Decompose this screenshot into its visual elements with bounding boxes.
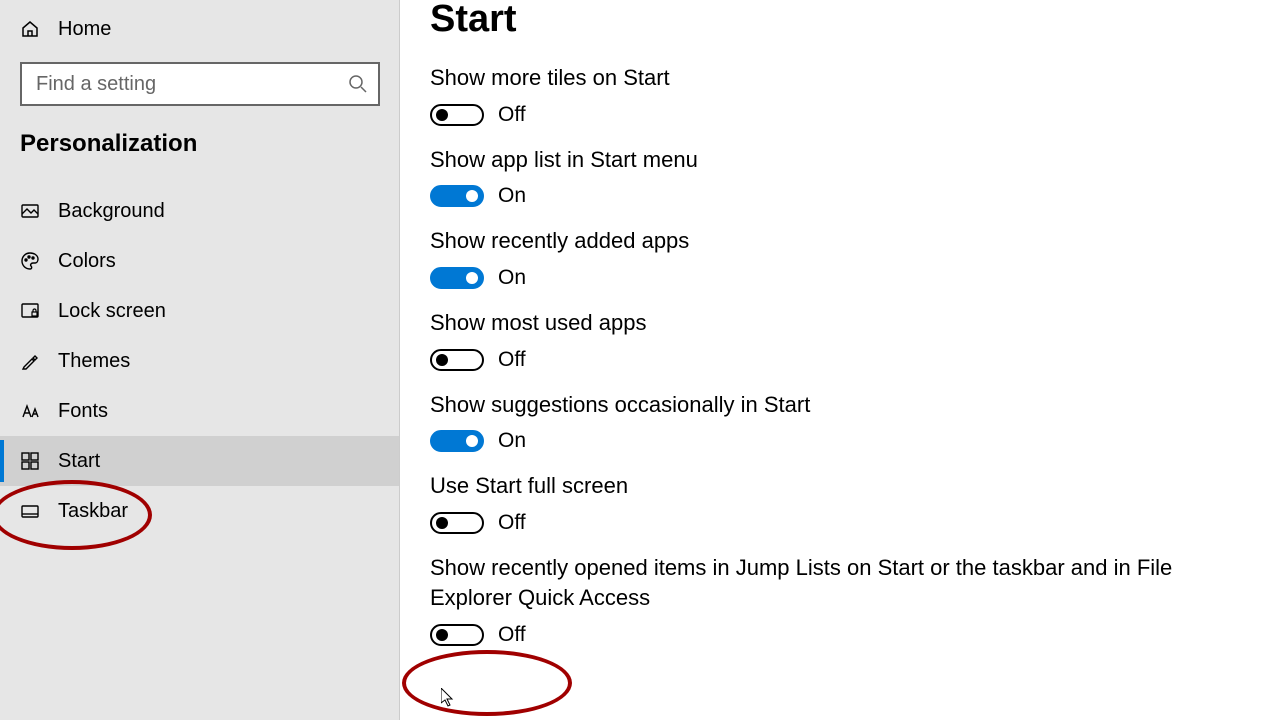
sidebar-item-start[interactable]: Start bbox=[0, 436, 400, 486]
toggle-row: On bbox=[430, 184, 1250, 208]
search-input[interactable] bbox=[22, 73, 378, 96]
toggle-state-text: Off bbox=[498, 511, 526, 535]
category-list: Background Colors Lock screen bbox=[0, 176, 400, 536]
toggle-row: Off bbox=[430, 511, 1250, 535]
sidebar-item-label: Start bbox=[58, 450, 100, 473]
sidebar-item-taskbar[interactable]: Taskbar bbox=[0, 486, 400, 536]
toggle-knob bbox=[436, 517, 448, 529]
setting-item: Show app list in Start menu On bbox=[430, 145, 1250, 209]
toggle-switch[interactable] bbox=[430, 267, 484, 289]
search-box[interactable] bbox=[20, 62, 380, 106]
settings-list: Show more tiles on Start Off Show app list… bbox=[430, 63, 1250, 647]
toggle-row: Off bbox=[430, 103, 1250, 127]
setting-item: Show recently added apps On bbox=[430, 226, 1250, 290]
taskbar-icon bbox=[20, 501, 40, 521]
sidebar-item-themes[interactable]: Themes bbox=[0, 336, 400, 386]
sidebar-item-fonts[interactable]: Fonts bbox=[0, 386, 400, 436]
toggle-state-text: On bbox=[498, 429, 526, 453]
toggle-row: Off bbox=[430, 623, 1250, 647]
toggle-knob bbox=[466, 272, 478, 284]
setting-label: Use Start full screen bbox=[430, 471, 1250, 501]
setting-item: Use Start full screen Off bbox=[430, 471, 1250, 535]
toggle-switch[interactable] bbox=[430, 185, 484, 207]
palette-icon bbox=[20, 251, 40, 271]
toggle-state-text: Off bbox=[498, 103, 526, 127]
setting-label: Show recently opened items in Jump Lists… bbox=[430, 553, 1250, 612]
toggle-knob bbox=[436, 354, 448, 366]
toggle-switch[interactable] bbox=[430, 349, 484, 371]
toggle-state-text: Off bbox=[498, 623, 526, 647]
sidebar-item-lockscreen[interactable]: Lock screen bbox=[0, 286, 400, 336]
toggle-row: Off bbox=[430, 348, 1250, 372]
sidebar-item-background[interactable]: Background bbox=[0, 186, 400, 236]
setting-item: Show most used apps Off bbox=[430, 308, 1250, 372]
start-icon bbox=[20, 451, 40, 471]
nav-home-label: Home bbox=[58, 18, 111, 41]
sidebar-item-label: Background bbox=[58, 200, 165, 223]
sidebar: Home Personalization Background bbox=[0, 0, 400, 720]
section-title: Personalization bbox=[0, 110, 400, 176]
toggle-knob bbox=[436, 109, 448, 121]
setting-label: Show app list in Start menu bbox=[430, 145, 1250, 175]
toggle-switch[interactable] bbox=[430, 104, 484, 126]
toggle-switch[interactable] bbox=[430, 512, 484, 534]
content: Start Show more tiles on Start Off Show ap… bbox=[400, 0, 1280, 720]
sidebar-item-colors[interactable]: Colors bbox=[0, 236, 400, 286]
toggle-switch[interactable] bbox=[430, 624, 484, 646]
setting-label: Show most used apps bbox=[430, 308, 1250, 338]
toggle-row: On bbox=[430, 429, 1250, 453]
fonts-icon bbox=[20, 401, 40, 421]
setting-item: Show suggestions occasionally in Start On bbox=[430, 390, 1250, 454]
image-icon bbox=[20, 201, 40, 221]
page-title: Start bbox=[430, 0, 1250, 41]
toggle-state-text: On bbox=[498, 184, 526, 208]
home-icon bbox=[20, 19, 40, 39]
toggle-knob bbox=[466, 190, 478, 202]
setting-item: Show more tiles on Start Off bbox=[430, 63, 1250, 127]
sidebar-item-label: Taskbar bbox=[58, 500, 128, 523]
nav-home[interactable]: Home bbox=[0, 4, 400, 54]
lockscreen-icon bbox=[20, 301, 40, 321]
sidebar-item-label: Colors bbox=[58, 250, 116, 273]
setting-label: Show suggestions occasionally in Start bbox=[430, 390, 1250, 420]
toggle-state-text: Off bbox=[498, 348, 526, 372]
search-wrap bbox=[0, 54, 400, 110]
toggle-switch[interactable] bbox=[430, 430, 484, 452]
toggle-state-text: On bbox=[498, 266, 526, 290]
toggle-knob bbox=[436, 629, 448, 641]
toggle-knob bbox=[466, 435, 478, 447]
sidebar-item-label: Themes bbox=[58, 350, 130, 373]
sidebar-item-label: Lock screen bbox=[58, 300, 166, 323]
toggle-row: On bbox=[430, 266, 1250, 290]
themes-icon bbox=[20, 351, 40, 371]
setting-label: Show recently added apps bbox=[430, 226, 1250, 256]
sidebar-item-label: Fonts bbox=[58, 400, 108, 423]
search-icon bbox=[348, 74, 368, 94]
setting-label: Show more tiles on Start bbox=[430, 63, 1250, 93]
cursor-icon bbox=[441, 688, 457, 708]
setting-item: Show recently opened items in Jump Lists… bbox=[430, 553, 1250, 646]
